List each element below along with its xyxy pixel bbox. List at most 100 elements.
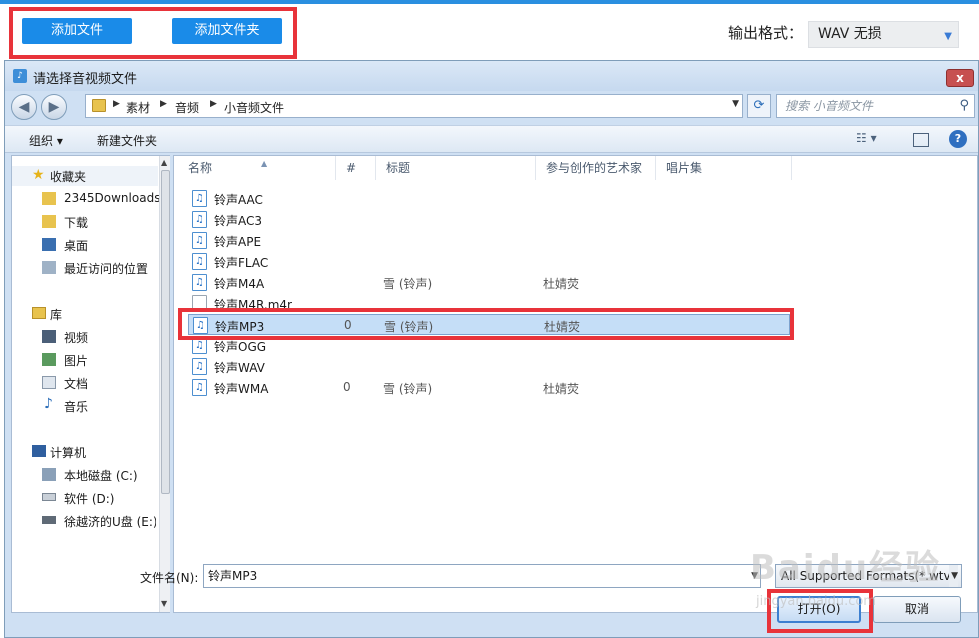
breadcrumb-item[interactable]: 素材 xyxy=(126,99,150,116)
output-format-value: WAV 无损 xyxy=(818,26,882,42)
file-row[interactable]: ♫ 铃声APE xyxy=(188,230,784,251)
column-title[interactable]: 标题 xyxy=(376,156,536,180)
favorites-header[interactable]: 收藏夹 xyxy=(50,168,86,185)
command-bar: 组织 ▾ 新建文件夹 ☷ ▾ ? xyxy=(5,125,978,153)
nav-item-recent[interactable]: 最近访问的位置 xyxy=(64,260,148,277)
nav-scrollbar[interactable]: ▲ ▼ xyxy=(159,156,170,612)
filename-value: 铃声MP3 xyxy=(208,569,258,583)
scroll-down-icon[interactable]: ▼ xyxy=(161,599,167,608)
hard-drive-icon xyxy=(42,468,56,481)
nav-item-music[interactable]: 音乐 xyxy=(64,398,88,415)
search-icon: ⚲ xyxy=(959,98,969,113)
breadcrumb-separator-icon: ▶ xyxy=(160,99,167,109)
file-name: 铃声M4R.m4r xyxy=(214,298,292,312)
column-number[interactable]: # xyxy=(336,156,376,180)
nav-item-2345downloads[interactable]: 2345Downloads xyxy=(64,191,160,205)
star-icon: ★ xyxy=(32,167,45,183)
file-row[interactable]: ♫ 铃声AC3 xyxy=(188,209,784,230)
scroll-up-icon[interactable]: ▲ xyxy=(161,158,167,167)
audio-file-icon: ♫ xyxy=(193,317,208,334)
file-name: 铃声AC3 xyxy=(214,214,263,228)
help-icon[interactable]: ? xyxy=(949,130,967,148)
column-artist[interactable]: 参与创作的艺术家 xyxy=(536,156,656,180)
file-name: 铃声OGG xyxy=(214,340,267,354)
nav-item-videos[interactable]: 视频 xyxy=(64,329,88,346)
add-file-button[interactable]: 添加文件 xyxy=(22,18,132,44)
file-name: 铃声APE xyxy=(214,235,262,249)
close-button[interactable]: x xyxy=(946,69,974,87)
filename-input[interactable]: 铃声MP3 ▼ xyxy=(203,564,761,588)
nav-item-desktop[interactable]: 桌面 xyxy=(64,237,88,254)
sort-ascending-icon: ▲ xyxy=(261,159,268,168)
chevron-down-icon[interactable]: ▼ xyxy=(751,565,758,587)
preview-pane-icon[interactable] xyxy=(913,133,929,147)
view-options-icon[interactable]: ☷ ▾ xyxy=(856,131,877,147)
search-input[interactable]: 搜索 小音频文件 ⚲ xyxy=(776,94,975,118)
open-button[interactable]: 打开(O) xyxy=(777,596,861,623)
add-folder-button[interactable]: 添加文件夹 xyxy=(172,18,282,44)
breadcrumb-item[interactable]: 音频 xyxy=(175,99,199,116)
nav-item-drive-e[interactable]: 徐越济的U盘 (E:) xyxy=(64,513,156,530)
file-type-filter[interactable]: All Supported Formats(*.wtv; ▼ xyxy=(775,564,962,588)
file-artist: 杜婧荧 xyxy=(543,382,580,396)
chevron-down-icon: ▼ xyxy=(949,565,958,587)
library-header[interactable]: 库 xyxy=(50,306,62,323)
folder-icon xyxy=(92,99,106,112)
address-row: ◀ ▶ ▶ 素材 ▶ 音频 ▶ 小音频文件 ▼ ⟳ 搜索 小音频文件 ⚲ xyxy=(5,91,978,123)
file-list-pane: 名称 ▲ # 标题 参与创作的艺术家 唱片集 ♫ 铃声AAC ♫ 铃声AC3 ♫… xyxy=(173,155,978,613)
column-name[interactable]: 名称 ▲ xyxy=(178,156,336,180)
recent-places-icon xyxy=(42,261,56,274)
file-row[interactable]: ♫ 铃声WMA 0 雪 (铃声) 杜婧荧 xyxy=(188,377,784,398)
file-title: 雪 (铃声) xyxy=(383,277,433,291)
app-icon: ♪ xyxy=(13,69,27,83)
music-library-icon: ♪ xyxy=(44,396,53,412)
nav-item-pictures[interactable]: 图片 xyxy=(64,352,88,369)
output-format-select[interactable]: WAV 无损 ▼ xyxy=(808,21,959,48)
folder-icon xyxy=(42,192,56,205)
new-folder-button[interactable]: 新建文件夹 xyxy=(97,132,157,149)
organize-menu[interactable]: 组织 ▾ xyxy=(29,132,63,149)
forward-arrow-icon: ▶ xyxy=(48,99,60,115)
open-file-dialog: ♪ 请选择音视频文件 x ◀ ▶ ▶ 素材 ▶ 音频 ▶ 小音频文件 ▼ ⟳ 搜… xyxy=(4,60,979,638)
documents-library-icon xyxy=(42,376,56,389)
dialog-title-bar: ♪ 请选择音视频文件 x xyxy=(5,61,978,91)
hard-drive-icon xyxy=(42,493,56,501)
navigation-pane: ★ 收藏夹 2345Downloads 下载 桌面 最近访问的位置 库 视频 图… xyxy=(11,155,170,613)
pictures-library-icon xyxy=(42,353,56,366)
cancel-button[interactable]: 取消 xyxy=(873,596,961,623)
file-row[interactable]: ♫ 铃声FLAC xyxy=(188,251,784,272)
file-name: 铃声WAV xyxy=(214,361,265,375)
scrollbar-thumb[interactable] xyxy=(161,170,170,494)
nav-item-drive-c[interactable]: 本地磁盘 (C:) xyxy=(64,467,138,484)
search-placeholder: 搜索 小音频文件 xyxy=(785,99,873,113)
breadcrumb[interactable]: ▶ 素材 ▶ 音频 ▶ 小音频文件 ▼ xyxy=(85,94,743,118)
file-row[interactable]: ♫ 铃声AAC xyxy=(188,188,784,209)
chevron-down-icon[interactable]: ▼ xyxy=(732,99,739,109)
audio-file-icon: ♫ xyxy=(192,274,207,291)
file-row[interactable]: ♫ 铃声M4A 雪 (铃声) 杜婧荧 xyxy=(188,272,784,293)
nav-item-documents[interactable]: 文档 xyxy=(64,375,88,392)
library-icon xyxy=(32,307,46,319)
file-artist: 杜婧荧 xyxy=(543,277,580,291)
file-row[interactable]: ♫ 铃声OGG xyxy=(188,335,784,356)
back-button[interactable]: ◀ xyxy=(11,94,37,120)
column-album[interactable]: 唱片集 xyxy=(656,156,792,180)
file-row[interactable]: 铃声M4R.m4r xyxy=(188,293,784,314)
usb-drive-icon xyxy=(42,516,56,524)
refresh-button[interactable]: ⟳ xyxy=(747,94,771,118)
breadcrumb-separator-icon: ▶ xyxy=(113,99,120,109)
file-row[interactable]: ♫ 铃声WAV xyxy=(188,356,784,377)
nav-item-downloads[interactable]: 下载 xyxy=(64,214,88,231)
file-row-selected[interactable]: ♫ 铃声MP3 0 雪 (铃声) 杜婧荧 xyxy=(188,314,790,335)
video-library-icon xyxy=(42,330,56,343)
breadcrumb-item[interactable]: 小音频文件 xyxy=(224,99,284,116)
forward-button[interactable]: ▶ xyxy=(41,94,67,120)
audio-file-icon: ♫ xyxy=(192,232,207,249)
output-format-label: 输出格式： xyxy=(728,24,804,42)
computer-header[interactable]: 计算机 xyxy=(50,444,86,461)
filename-label: 文件名(N): xyxy=(140,571,199,585)
nav-item-drive-d[interactable]: 软件 (D:) xyxy=(64,490,114,507)
audio-file-icon: ♫ xyxy=(192,337,207,354)
download-folder-icon xyxy=(42,215,56,228)
audio-file-icon: ♫ xyxy=(192,358,207,375)
